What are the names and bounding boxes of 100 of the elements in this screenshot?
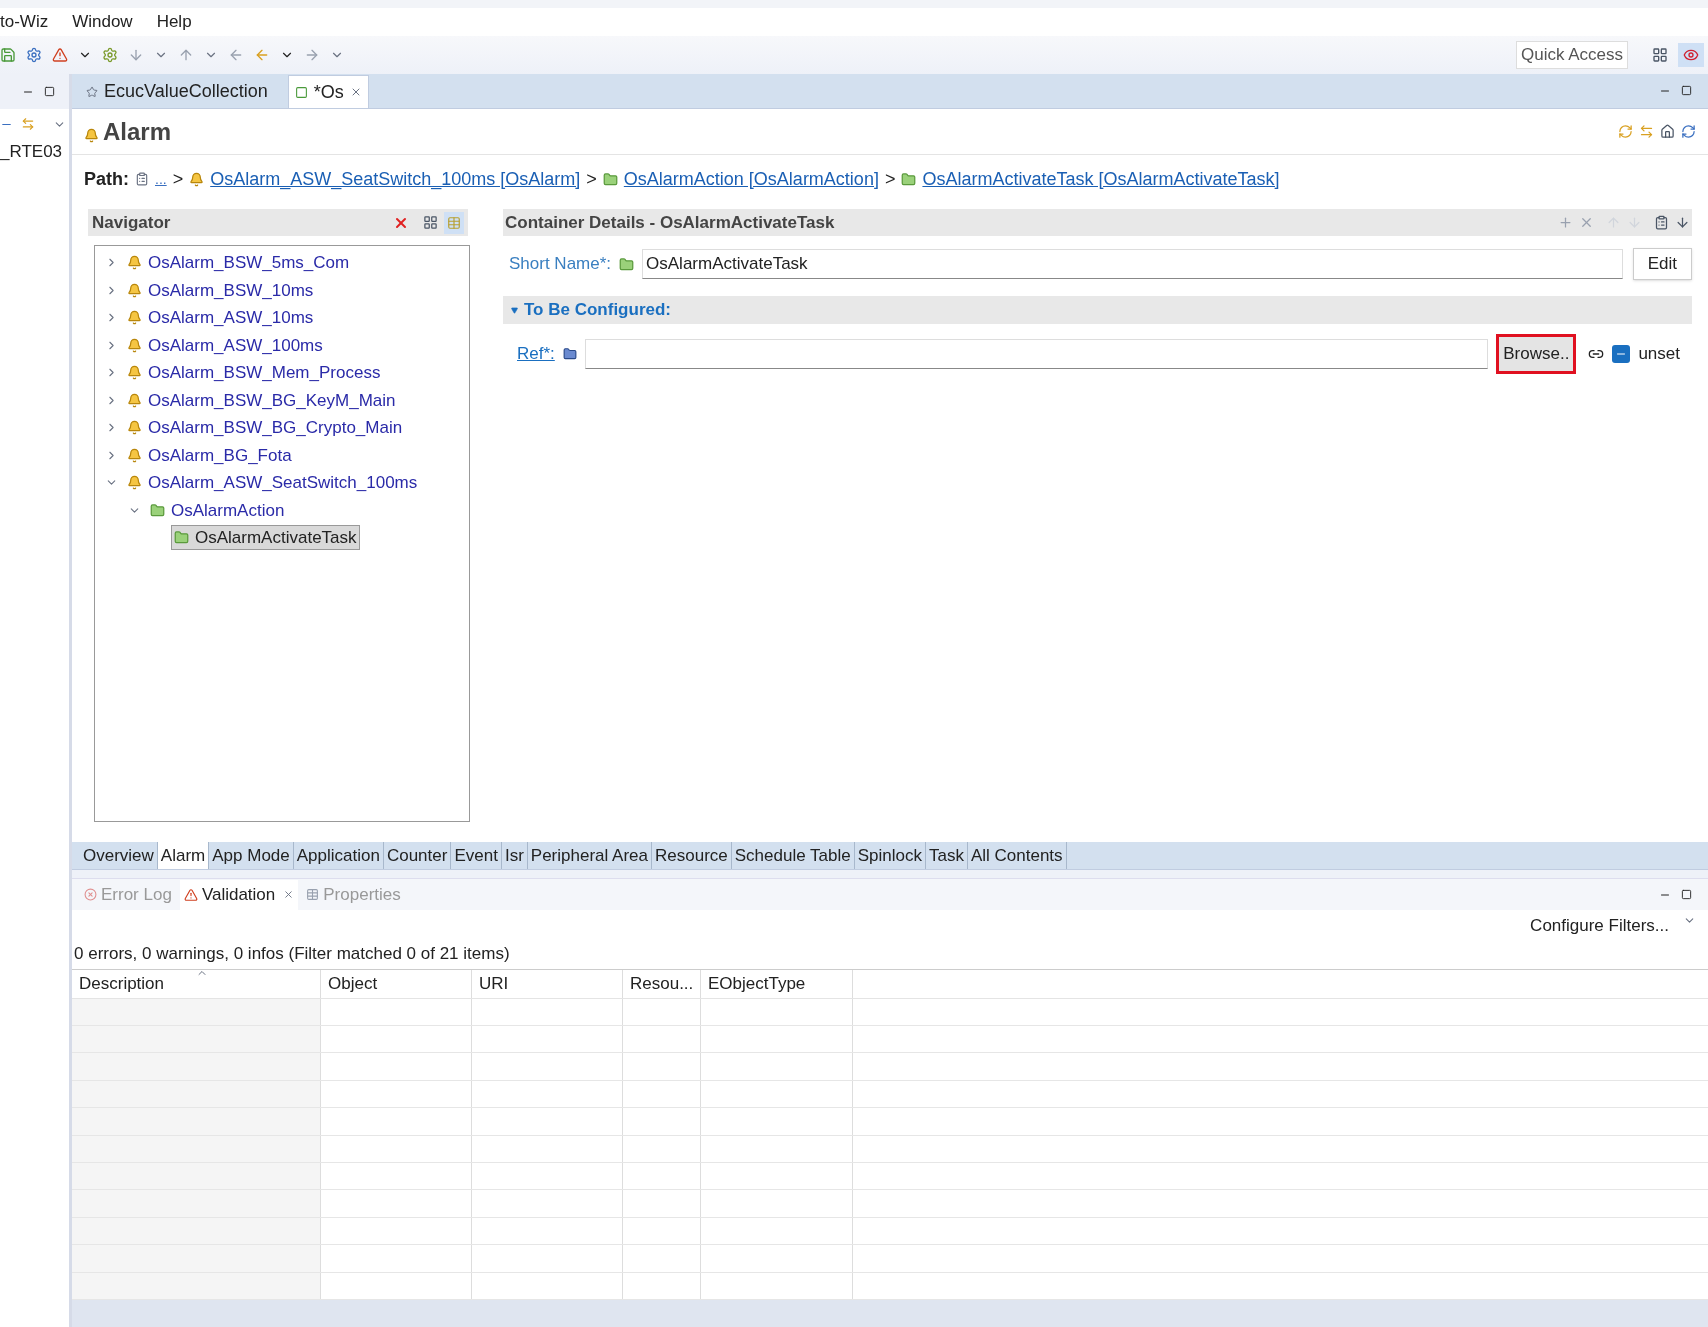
- page-tab[interactable]: Alarm: [157, 842, 210, 869]
- folder-icon: [619, 256, 635, 272]
- tree-item[interactable]: OsAlarm_BG_Fota: [125, 442, 294, 468]
- tree-item[interactable]: OsAlarm_ASW_10ms: [125, 305, 316, 331]
- back-icon[interactable]: [254, 47, 270, 63]
- save-icon[interactable]: [0, 47, 16, 63]
- project-item[interactable]: _RTE03: [0, 139, 69, 165]
- home-icon[interactable]: [1660, 124, 1675, 139]
- page-tab[interactable]: Overview: [80, 842, 158, 869]
- maximize-icon[interactable]: [1681, 889, 1692, 901]
- tree-item[interactable]: OsAlarm_BSW_10ms: [125, 277, 316, 303]
- sync-icon[interactable]: [1681, 124, 1696, 139]
- perspective-icon[interactable]: [1652, 47, 1668, 63]
- layout-icon[interactable]: [423, 215, 438, 230]
- path-link[interactable]: OsAlarmActivateTask [OsAlarmActivateTask]: [922, 165, 1280, 193]
- bell-icon: [127, 282, 142, 298]
- editor-icon: [294, 85, 308, 99]
- back-icon[interactable]: [228, 47, 244, 63]
- page-tab[interactable]: Spinlock: [854, 842, 926, 869]
- unset-icon[interactable]: [1612, 345, 1631, 363]
- warning-icon: [183, 887, 198, 902]
- maximize-icon[interactable]: [44, 86, 55, 97]
- page-tab[interactable]: Task: [925, 842, 968, 869]
- path-separator: >: [172, 167, 184, 191]
- bell-icon: [127, 337, 142, 353]
- folder-icon: [174, 530, 189, 546]
- bell-icon: [127, 447, 142, 463]
- perspective-button[interactable]: [1678, 43, 1704, 67]
- previous-icon[interactable]: [178, 47, 194, 63]
- page-tab[interactable]: Schedule Table: [731, 842, 855, 869]
- menu-item[interactable]: Window: [72, 9, 133, 35]
- tree-item[interactable]: OsAlarm_BSW_Mem_Process: [125, 360, 383, 386]
- column-header[interactable]: Description: [72, 969, 321, 998]
- field-label: Short Name*:: [509, 253, 612, 276]
- bell-icon: [189, 171, 205, 187]
- warning-icon[interactable]: [52, 47, 68, 63]
- folder-icon: [150, 502, 165, 518]
- panel-title: Navigator: [92, 211, 171, 234]
- close-icon[interactable]: [283, 889, 295, 901]
- table-icon: [306, 888, 320, 902]
- maximize-icon[interactable]: [1681, 85, 1692, 96]
- panel-title: Container Details - OsAlarmActivateTask: [505, 211, 835, 234]
- tree-item[interactable]: OsAlarm_BSW_BG_Crypto_Main: [125, 415, 405, 441]
- menu-item[interactable]: to-Wiz: [0, 9, 49, 35]
- tree-item[interactable]: OsAlarmActivateTask: [171, 525, 360, 551]
- tree-item[interactable]: OsAlarm_BSW_5ms_Com: [125, 250, 352, 276]
- view-tab[interactable]: Validation: [179, 879, 299, 910]
- column-header[interactable]: EObjectType: [701, 969, 853, 998]
- summary-text: 0 errors, 0 warnings, 0 infos (Filter matched 0 of 21 items): [72, 941, 1708, 970]
- editor-tab[interactable]: EcucValueCollection: [80, 75, 274, 108]
- path-separator: >: [586, 167, 597, 191]
- page-tab[interactable]: Peripheral Area: [527, 842, 652, 869]
- short-name-field[interactable]: OsAlarmActivateTask: [642, 249, 1623, 279]
- path-link[interactable]: OsAlarmAction [OsAlarmAction]: [623, 165, 879, 193]
- folder-icon: [562, 347, 577, 361]
- page-tab[interactable]: All Contents: [967, 842, 1067, 869]
- next-icon[interactable]: [128, 47, 144, 63]
- forward-icon[interactable]: [304, 47, 320, 63]
- ref-link[interactable]: Ref*:: [517, 341, 555, 367]
- tree-item[interactable]: OsAlarm_ASW_100ms: [125, 332, 325, 358]
- path-link[interactable]: OsAlarm_ASW_SeatSwitch_100ms [OsAlarm]: [210, 165, 581, 193]
- add-icon[interactable]: [1558, 215, 1573, 230]
- folder-icon: [602, 171, 618, 187]
- ref-field[interactable]: [584, 339, 1489, 369]
- page-tab[interactable]: Resource: [652, 842, 732, 869]
- unset-label: unset: [1638, 343, 1680, 366]
- page-tab[interactable]: Isr: [501, 842, 528, 869]
- browse-button[interactable]: Browse..: [1496, 334, 1577, 374]
- star-icon: [86, 85, 98, 98]
- configure-filters-link[interactable]: Configure Filters...: [1530, 913, 1669, 939]
- column-header[interactable]: URI: [472, 969, 623, 998]
- column-header[interactable]: Resou...: [623, 969, 701, 998]
- gears-icon[interactable]: [102, 47, 118, 63]
- sort-icon[interactable]: [1675, 215, 1690, 230]
- bell-icon: [127, 310, 142, 326]
- page-tab[interactable]: Event: [451, 842, 502, 869]
- page-tab[interactable]: App Mode: [209, 842, 294, 869]
- page-tab[interactable]: Application: [293, 842, 384, 869]
- tree-item[interactable]: OsAlarm_ASW_SeatSwitch_100ms: [125, 470, 420, 496]
- edit-button[interactable]: Edit: [1632, 248, 1692, 280]
- tree-item[interactable]: OsAlarmAction: [148, 497, 287, 523]
- menu-item[interactable]: Help: [156, 9, 192, 35]
- section-header[interactable]: To Be Configured:: [503, 296, 1692, 324]
- bell-icon: [127, 365, 142, 381]
- eye-icon: [1683, 47, 1699, 63]
- refresh-icon[interactable]: [1618, 124, 1633, 139]
- page-tab[interactable]: Counter: [383, 842, 452, 869]
- column-header[interactable]: Object: [321, 969, 472, 998]
- gear-icon[interactable]: [26, 47, 42, 63]
- tree-item[interactable]: OsAlarm_BSW_BG_KeyM_Main: [125, 387, 398, 413]
- editor-tab[interactable]: *Os: [287, 75, 369, 108]
- path-link[interactable]: ...: [155, 168, 167, 190]
- quick-access-field[interactable]: Quick Access: [1515, 41, 1628, 69]
- edit-icon[interactable]: [1654, 215, 1669, 230]
- page-title: Alarm: [103, 116, 172, 147]
- folder-icon: [901, 171, 917, 187]
- clipboard-icon: [135, 172, 149, 186]
- delete-icon[interactable]: [1579, 215, 1594, 230]
- path-separator: >: [884, 167, 896, 191]
- bell-icon: [127, 420, 142, 436]
